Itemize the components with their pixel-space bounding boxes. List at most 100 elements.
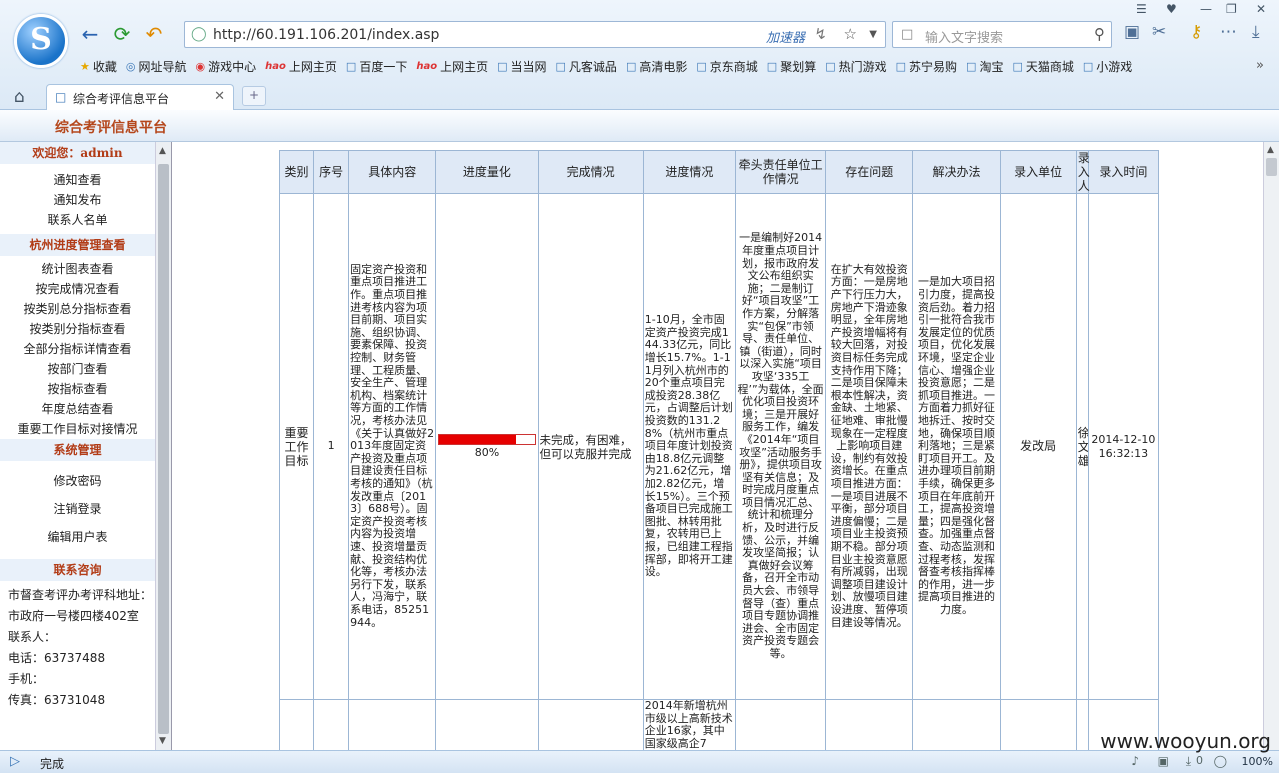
menu-icon[interactable]: ☰ bbox=[1136, 2, 1147, 16]
more-icon[interactable]: ⋯ bbox=[1220, 22, 1237, 42]
search-box[interactable]: □ 输入文字搜索 ⚲ bbox=[892, 21, 1112, 48]
sidebar-item[interactable]: 联系人名单 bbox=[0, 210, 155, 230]
sidebar-item[interactable]: 年度总结查看 bbox=[0, 399, 155, 419]
download-icon[interactable]: ⤓ bbox=[1186, 754, 1191, 769]
bookmark-label: 当当网 bbox=[510, 59, 547, 74]
sidebar-item[interactable]: 修改密码 bbox=[0, 467, 155, 495]
key-icon[interactable]: ⚷ bbox=[1190, 22, 1202, 42]
bookmark-item[interactable]: □ 高清电影 bbox=[624, 57, 694, 75]
tab-strip: ⌂ □ 综合考评信息平台 ✕ + bbox=[0, 82, 1279, 110]
accelerator-label[interactable]: 加速器 bbox=[766, 27, 805, 46]
main-content: 类别 序号 具体内容 进度量化 完成情况 进度情况 牵头责任单位工作情况 存在问题 解决办法 录入… bbox=[171, 142, 1263, 750]
undo-icon[interactable]: ↶ bbox=[142, 22, 166, 46]
bookmark-item[interactable]: □ 天猫商城 bbox=[1010, 57, 1080, 75]
sidebar-item[interactable]: 通知发布 bbox=[0, 190, 155, 210]
cell-problems: 在扩大有效投资方面：一是房地产下行压力大，房地产下滑迹象明显，全年房地产投资增幅… bbox=[825, 193, 914, 700]
column-header: 进度情况 bbox=[642, 150, 736, 194]
bookmark-label: 收藏 bbox=[92, 59, 117, 74]
sidebar-item[interactable]: 重要工作目标对接情况 bbox=[0, 419, 155, 439]
sidebar-contact-info: 市督查考评办考评科地址： 市政府一号楼四楼402室 联系人： 电话：63737488 手… bbox=[0, 585, 155, 711]
watermark: www.wooyun.org bbox=[1100, 729, 1271, 753]
restore-icon[interactable]: ❐ bbox=[1226, 2, 1237, 16]
search-placeholder: 输入文字搜索 bbox=[925, 31, 1004, 46]
bookmark-item[interactable]: □ 苏宁易购 bbox=[894, 57, 964, 75]
page-icon: □ bbox=[825, 59, 836, 73]
cell-time: 2014-12-10 16:32:13 bbox=[1087, 193, 1160, 700]
sidebar-item[interactable]: 统计图表查看 bbox=[0, 259, 155, 279]
main-scrollbar[interactable]: ▲ bbox=[1263, 142, 1279, 750]
home-icon[interactable]: ⌂ bbox=[14, 87, 25, 107]
hao-icon: hao bbox=[265, 60, 286, 72]
bookmark-item[interactable]: ◉ 游戏中心 bbox=[194, 57, 264, 75]
scroll-down-icon[interactable]: ▼ bbox=[159, 736, 166, 746]
column-header: 序号 bbox=[313, 150, 350, 194]
shield-icon[interactable]: ◯ bbox=[1214, 754, 1227, 768]
page-icon: □ bbox=[1012, 59, 1023, 73]
search-engine-icon[interactable]: □ bbox=[901, 27, 913, 42]
column-header: 解决办法 bbox=[912, 150, 1001, 194]
refresh-icon[interactable]: ⟳ bbox=[110, 22, 134, 46]
sidebar-item[interactable]: 按类别总分指标查看 bbox=[0, 299, 155, 319]
status-bar: ▷ 完成 www.wooyun.org ♪ ▣ ⤓ 0 ◯ 100% bbox=[0, 729, 1279, 773]
main-scroll-thumb[interactable] bbox=[1266, 158, 1277, 176]
close-tab-icon[interactable]: ✕ bbox=[214, 89, 225, 104]
bookmark-manager-icon[interactable]: ▣ bbox=[1124, 22, 1140, 42]
table-header-row: 类别 序号 具体内容 进度量化 完成情况 进度情况 牵头责任单位工作情况 存在问题 解决办法 录入… bbox=[278, 150, 1160, 194]
sidebar-scroll-thumb[interactable] bbox=[158, 164, 169, 734]
contact-line: 手机： bbox=[8, 672, 45, 686]
bookmark-item[interactable]: □ 淘宝 bbox=[964, 57, 1010, 75]
scissors-icon[interactable]: ✂ bbox=[1152, 22, 1166, 42]
tab-active[interactable]: □ 综合考评信息平台 ✕ bbox=[46, 84, 234, 110]
bookmark-bar: ★ 收藏 ◎ 网址导航 ◉ 游戏中心 hao 上网主页 □ 百度一下 hao 上网主页 □ 当当网 □ 凡客诚… bbox=[78, 57, 1139, 75]
sidebar-item[interactable]: 全部分指标详情查看 bbox=[0, 339, 155, 359]
address-bar[interactable]: ◯ http://60.191.106.201/index.asp 加速器 ↯ … bbox=[184, 21, 886, 48]
sidebar-scrollbar[interactable]: ▲ ▼ bbox=[155, 142, 171, 750]
cell-unit: 发改局 bbox=[999, 193, 1077, 700]
bookmark-item[interactable]: ◎ 网址导航 bbox=[124, 57, 194, 75]
bookmark-item[interactable]: □ 百度一下 bbox=[344, 57, 414, 75]
screenshot-icon[interactable]: ▣ bbox=[1158, 754, 1169, 768]
sidebar-item[interactable]: 编辑用户表 bbox=[0, 523, 155, 551]
scroll-up-icon[interactable]: ▲ bbox=[159, 146, 166, 156]
bookmark-item[interactable]: □ 聚划算 bbox=[765, 57, 823, 75]
download-icon[interactable]: ⤓ bbox=[1252, 22, 1260, 42]
bookmark-item[interactable]: hao 上网主页 bbox=[263, 57, 344, 75]
bookmark-label: 凡客诚品 bbox=[568, 59, 617, 74]
sidebar-header-contact: 联系咨询 bbox=[0, 559, 155, 581]
scroll-up-icon[interactable]: ▲ bbox=[1267, 145, 1274, 155]
bookmark-item[interactable]: □ 小游戏 bbox=[1081, 57, 1139, 75]
sidebar-item[interactable]: 按类别分指标查看 bbox=[0, 319, 155, 339]
page-icon: □ bbox=[497, 59, 508, 73]
sidebar-item[interactable]: 注销登录 bbox=[0, 495, 155, 523]
zoom-level[interactable]: 100% bbox=[1242, 755, 1273, 768]
dropdown-caret-icon[interactable]: ▼ bbox=[869, 29, 877, 40]
cell-person: 徐文雄 bbox=[1075, 193, 1089, 700]
favorite-star-icon[interactable]: ☆ bbox=[844, 25, 857, 43]
sidebar-item[interactable]: 按指标查看 bbox=[0, 379, 155, 399]
download-count: 0 bbox=[1196, 754, 1203, 767]
sidebar-item[interactable]: 通知查看 bbox=[0, 170, 155, 190]
more-bookmarks-icon[interactable]: » bbox=[1256, 58, 1264, 73]
back-arrow-icon[interactable]: ← bbox=[78, 22, 102, 46]
bookmark-item[interactable]: □ 京东商城 bbox=[694, 57, 764, 75]
contact-line: 市督查考评办考评科地址： bbox=[8, 588, 153, 602]
bookmark-item[interactable]: □ 当当网 bbox=[495, 57, 553, 75]
volume-icon[interactable]: ♪ bbox=[1131, 754, 1139, 768]
skin-icon[interactable]: ♥ bbox=[1166, 2, 1177, 16]
column-header: 进度量化 bbox=[435, 150, 539, 194]
play-icon[interactable]: ▷ bbox=[10, 754, 20, 769]
sidebar-item[interactable]: 按部门查看 bbox=[0, 359, 155, 379]
bookmark-item[interactable]: hao 上网主页 bbox=[414, 57, 495, 75]
close-window-icon[interactable]: ✕ bbox=[1256, 2, 1266, 16]
lightning-icon[interactable]: ↯ bbox=[814, 25, 827, 43]
bookmark-item[interactable]: □ 热门游戏 bbox=[823, 57, 893, 75]
bookmark-item[interactable]: □ 凡客诚品 bbox=[554, 57, 624, 75]
cell-progress: 80% bbox=[435, 193, 539, 700]
sidebar-item[interactable]: 按完成情况查看 bbox=[0, 279, 155, 299]
game-icon: ◉ bbox=[195, 59, 206, 73]
bookmark-item[interactable]: ★ 收藏 bbox=[78, 57, 124, 75]
new-tab-button[interactable]: + bbox=[242, 86, 266, 106]
page-icon: □ bbox=[555, 59, 566, 73]
minimize-icon[interactable]: — bbox=[1200, 2, 1212, 16]
search-icon[interactable]: ⚲ bbox=[1094, 25, 1105, 43]
